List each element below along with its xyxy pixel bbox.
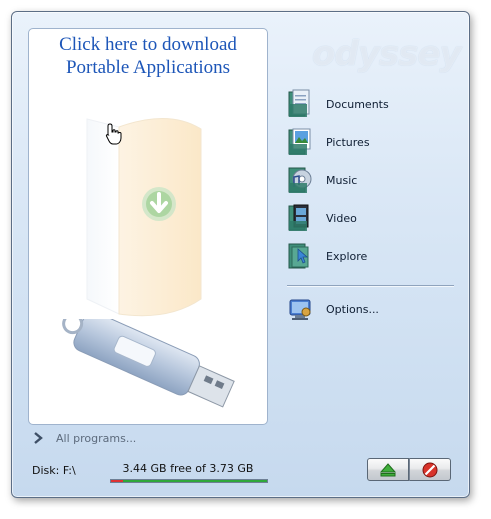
all-programs-link[interactable]: All programs... xyxy=(32,430,136,446)
options-label: Options... xyxy=(326,302,379,316)
nav-item-pictures[interactable]: Pictures xyxy=(287,126,462,158)
explore-icon xyxy=(288,243,309,269)
menu-divider xyxy=(287,285,454,286)
close-button[interactable] xyxy=(409,458,451,481)
download-title-line2: Portable Applications xyxy=(65,57,231,78)
documents-icon xyxy=(288,89,310,117)
software-box-icon xyxy=(86,118,202,317)
nav-item-label: Explore xyxy=(326,249,368,263)
nav-item-music[interactable]: Music xyxy=(287,164,462,196)
launcher-window: odyssey Click here to download Portable … xyxy=(11,11,470,498)
nav-item-label: Pictures xyxy=(326,135,370,149)
nav-item-label: Documents xyxy=(326,97,389,111)
nav-item-documents[interactable]: Documents xyxy=(287,88,462,120)
eject-icon xyxy=(380,462,396,476)
nav-item-video[interactable]: Video xyxy=(287,202,462,234)
chevron-right-icon xyxy=(34,432,43,444)
close-icon xyxy=(422,462,438,477)
music-icon xyxy=(288,167,312,193)
disk-free-fill xyxy=(123,480,267,482)
pictures-icon xyxy=(288,128,311,155)
all-programs-label: All programs... xyxy=(56,431,137,445)
options-menu-item[interactable]: Options... xyxy=(287,293,462,325)
eject-button[interactable] xyxy=(367,458,409,481)
download-portable-apps-button[interactable]: Click here to download Portable Applicat… xyxy=(28,28,268,425)
download-title-line1: Click here to download xyxy=(59,34,237,55)
disk-free-text: 3.44 GB free of 3.73 GB xyxy=(122,462,254,475)
download-title: Click here to download Portable Applicat… xyxy=(29,33,267,79)
usb-drive-icon xyxy=(62,319,235,408)
hand-cursor-icon xyxy=(105,123,122,145)
nav-item-explore[interactable]: Explore xyxy=(287,240,462,272)
options-icon xyxy=(289,299,311,320)
disk-usage-bar xyxy=(110,479,268,483)
nav-item-label: Video xyxy=(326,211,357,225)
odyssey-logo: odyssey xyxy=(312,34,462,74)
video-icon xyxy=(288,204,309,231)
nav-item-label: Music xyxy=(326,173,358,187)
disk-label: Disk: F:\ xyxy=(32,464,76,477)
